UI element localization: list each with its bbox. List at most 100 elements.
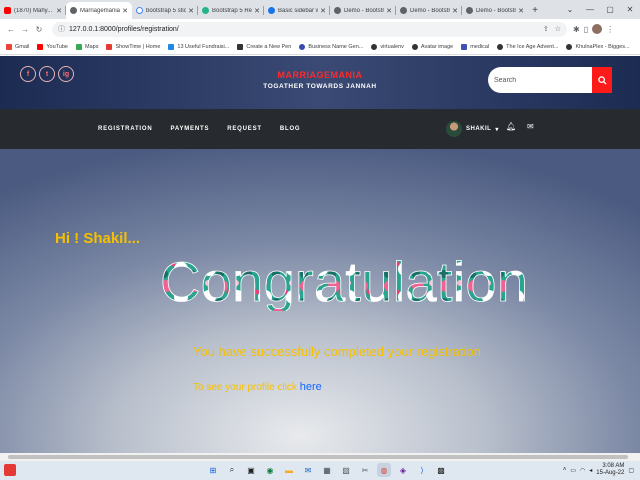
bookmark-item[interactable]: Maps	[76, 43, 98, 50]
globe-icon	[411, 43, 418, 50]
bookmark-label: KhulnaPlex - Bigges...	[575, 43, 630, 50]
bookmark-item[interactable]: Business Name Gen...	[299, 43, 364, 50]
site-search	[488, 67, 612, 93]
battery-icon[interactable]: ▭	[570, 467, 576, 474]
weather-widget-icon[interactable]	[4, 464, 16, 476]
avatar[interactable]	[592, 24, 603, 34]
browser-tab[interactable]: Demo - Bootstrap✕	[462, 2, 528, 19]
close-icon[interactable]: ✕	[452, 7, 458, 15]
close-icon[interactable]: ✕	[518, 7, 524, 15]
bookmark-label: YouTube	[46, 43, 68, 50]
forward-button[interactable]: →	[18, 25, 32, 34]
bookmark-item[interactable]: 13 Useful Fundraisi...	[168, 43, 229, 50]
user-menu[interactable]: SHAKIL ▾	[446, 121, 499, 137]
medical-icon	[461, 43, 468, 50]
star-icon[interactable]: ☆	[555, 25, 561, 33]
browser-tab[interactable]: Demo - Bootstrap✕	[396, 2, 462, 19]
nav-payments[interactable]: PAYMENTS	[171, 126, 210, 132]
horizontal-scrollbar[interactable]	[0, 453, 640, 461]
volume-icon[interactable]: ◂	[589, 467, 592, 474]
reload-button[interactable]: ↻	[32, 25, 46, 34]
notification-icon[interactable]: ▢	[628, 467, 634, 474]
youtube-icon	[4, 7, 11, 14]
close-icon[interactable]: ✕	[386, 7, 392, 15]
bookmark-item[interactable]: Gmail	[6, 43, 29, 50]
photos-icon[interactable]: ▨	[339, 463, 353, 477]
avatar[interactable]	[446, 121, 462, 137]
search-input[interactable]	[488, 67, 592, 93]
bookmark-item[interactable]: Avatar image	[411, 43, 453, 50]
task-view-icon[interactable]: ▣	[244, 463, 258, 477]
wifi-icon[interactable]: ◠	[580, 467, 585, 474]
profile-link[interactable]: here	[300, 381, 322, 393]
browser-tab[interactable]: Demo - Bootstrap✕	[330, 2, 396, 19]
scrollbar-thumb[interactable]	[8, 455, 628, 459]
sidebar-icon[interactable]: ▯	[584, 25, 588, 34]
back-button[interactable]: ←	[4, 25, 18, 34]
search-icon	[597, 75, 607, 85]
menu-icon[interactable]: ⋮	[606, 25, 614, 34]
mail-icon[interactable]: ✉	[301, 463, 315, 477]
info-icon[interactable]: ⓘ	[58, 24, 65, 34]
start-icon[interactable]: ⊞	[206, 463, 220, 477]
clock[interactable]: 3:08 AM 15-Aug-22	[596, 463, 624, 477]
bookmark-item[interactable]: ShowTime | Home	[106, 43, 161, 50]
chrome-icon[interactable]: ◍	[377, 463, 391, 477]
url-text: 127.0.0.1:8000/profiles/registration/	[69, 25, 179, 33]
bookmark-item[interactable]: Create a New Pen	[237, 43, 291, 50]
bookmark-label: Business Name Gen...	[308, 43, 364, 50]
share-icon[interactable]: ⇪	[543, 25, 549, 33]
browser-toolbar: ← → ↻ ⓘ 127.0.0.1:8000/profiles/registra…	[0, 19, 640, 39]
extensions-icon[interactable]: ✱	[573, 25, 580, 34]
tab-title: Basic sidebar with	[278, 7, 319, 14]
pycharm-icon[interactable]: ▩	[434, 463, 448, 477]
vscode-icon[interactable]: ⟩	[415, 463, 429, 477]
store-icon[interactable]: ▦	[320, 463, 334, 477]
bookmark-label: ShowTime | Home	[115, 43, 161, 50]
chevron-up-icon[interactable]: ˄	[563, 467, 567, 473]
globe-icon	[371, 43, 378, 50]
bookmark-item[interactable]: KhulnaPlex - Bigges...	[566, 43, 630, 50]
browser-tab[interactable]: Basic sidebar with✕	[264, 2, 330, 19]
bookmark-item[interactable]: The Ice Age Advent...	[497, 43, 558, 50]
search-icon[interactable]: ⌕	[225, 463, 239, 477]
success-message: You have successfully completed your reg…	[193, 344, 481, 359]
tab-title: Bootstrap 5 Resp	[212, 7, 253, 14]
maximize-button[interactable]: ▢	[600, 5, 620, 14]
messenger-icon[interactable]: ◈	[396, 463, 410, 477]
bookmark-item[interactable]: virtualenv	[371, 43, 404, 50]
minimize-button[interactable]: —	[580, 5, 600, 14]
envelope-icon[interactable]: ✉	[527, 122, 534, 131]
tab-title: bootstrap 5 stick	[146, 7, 187, 14]
chevron-down-icon[interactable]: ⌄	[560, 5, 580, 14]
address-bar[interactable]: ⓘ 127.0.0.1:8000/profiles/registration/ …	[52, 21, 567, 37]
nav-registration[interactable]: REGISTRATION	[98, 126, 153, 132]
close-icon[interactable]: ✕	[56, 7, 62, 15]
close-icon[interactable]: ✕	[254, 7, 260, 15]
close-icon[interactable]: ✕	[188, 7, 194, 15]
bootstrap-icon	[202, 7, 209, 14]
file-explorer-icon[interactable]: ▬	[282, 463, 296, 477]
bell-icon[interactable]: 🔔︎	[506, 122, 516, 131]
close-icon[interactable]: ✕	[122, 7, 128, 15]
browser-tab[interactable]: bootstrap 5 stick ✕	[132, 2, 198, 19]
new-tab-button[interactable]: +	[528, 2, 542, 19]
snipping-icon[interactable]: ✂	[358, 463, 372, 477]
user-name[interactable]: SHAKIL	[466, 126, 491, 132]
search-button[interactable]	[592, 67, 612, 93]
nav-request[interactable]: REQUEST	[227, 126, 262, 132]
taskbar: ⊞ ⌕ ▣ ◉ ▬ ✉ ▦ ▨ ✂ ◍ ◈ ⟩ ▩ ˄ ▭ ◠ ◂ 3:08 A…	[0, 461, 640, 480]
tab-title: Marriagemania| (	[80, 7, 121, 14]
browser-tab[interactable]: (1870) Mahy... ✕	[0, 2, 66, 19]
tab-title: (1870) Mahy...	[14, 7, 53, 14]
close-icon[interactable]: ✕	[320, 7, 326, 15]
nav-blog[interactable]: BLOG	[280, 126, 301, 132]
close-window-button[interactable]: ✕	[620, 5, 640, 14]
browser-tab[interactable]: Bootstrap 5 Resp✕	[198, 2, 264, 19]
edge-icon[interactable]: ◉	[263, 463, 277, 477]
blue-diamond-icon	[268, 7, 275, 14]
caret-down-icon[interactable]: ▾	[495, 126, 499, 133]
browser-tab-active[interactable]: Marriagemania| (✕	[66, 2, 132, 19]
bookmark-item[interactable]: YouTube	[37, 43, 68, 50]
bookmark-item[interactable]: medical	[461, 43, 489, 50]
